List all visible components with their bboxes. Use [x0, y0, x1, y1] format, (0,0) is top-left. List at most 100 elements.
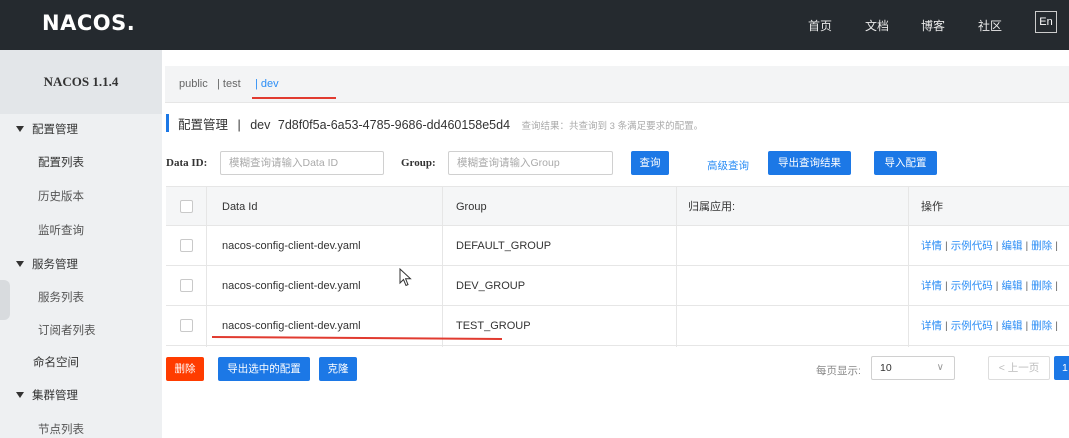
nav-blog[interactable]: 博客: [921, 17, 945, 34]
nav-home[interactable]: 首页: [808, 17, 832, 34]
action-separator: |: [995, 280, 999, 292]
cell-group: DEFAULT_GROUP: [456, 240, 552, 252]
sidebar-item-service-list[interactable]: 服务列表: [38, 289, 84, 305]
sidebar-group-config-management[interactable]: 配置管理: [16, 121, 78, 137]
action-separator: |: [1055, 320, 1058, 332]
action-separator: |: [945, 320, 948, 332]
sidebar-group-cluster-management[interactable]: 集群管理: [16, 387, 78, 403]
page-title-text: 配置管理: [178, 118, 229, 132]
chevron-down-icon: ∨: [936, 362, 944, 373]
page-size-value: 10: [880, 362, 892, 374]
action-sample-code[interactable]: 示例代码: [951, 280, 993, 292]
row-checkbox[interactable]: [180, 239, 193, 252]
page-size-label: 每页显示:: [816, 365, 861, 377]
action-separator: |: [995, 240, 999, 252]
page-title: 配置管理 | dev 7d8f0f5a-6a53-4785-9686-dd460…: [166, 114, 703, 132]
action-details[interactable]: 详情: [921, 320, 942, 332]
export-selected-button[interactable]: 导出选中的配置: [218, 357, 310, 381]
sidebar-group-service-management[interactable]: 服务管理: [16, 256, 78, 272]
action-separator: |: [995, 320, 999, 332]
row-actions: 详情 | 示例代码 | 编辑 | 删除 |: [921, 266, 1061, 306]
namespace-public[interactable]: public: [179, 78, 208, 90]
row-actions: 详情 | 示例代码 | 编辑 | 删除 |: [921, 306, 1061, 346]
column-divider: [676, 186, 677, 347]
current-page-button[interactable]: 1: [1054, 356, 1069, 380]
namespace-dev[interactable]: | dev: [255, 78, 279, 90]
sidebar-item-config-list[interactable]: 配置列表: [38, 154, 84, 170]
sidebar-item-namespace[interactable]: 命名空间: [33, 354, 79, 370]
action-separator: |: [1055, 240, 1058, 252]
action-details[interactable]: 详情: [921, 240, 942, 252]
top-navbar: NACOS. 首页 文档 博客 社区 En: [0, 0, 1069, 50]
expand-triangle-icon: [16, 126, 24, 132]
prev-page-button[interactable]: < 上一页: [988, 356, 1050, 380]
table-row: nacos-config-client-dev.yaml DEFAULT_GRO…: [166, 226, 1069, 266]
page-size-select[interactable]: 10 ∨: [871, 356, 955, 380]
data-id-label: Data ID:: [166, 157, 208, 169]
action-separator: |: [945, 240, 948, 252]
sidebar-title: NACOS 1.1.4: [0, 50, 162, 114]
action-separator: |: [1025, 280, 1029, 292]
table-row: nacos-config-client-dev.yaml TEST_GROUP …: [166, 306, 1069, 346]
sidebar-item-history[interactable]: 历史版本: [38, 188, 84, 204]
action-edit[interactable]: 编辑: [1001, 320, 1022, 332]
column-divider: [206, 186, 207, 347]
nacos-logo[interactable]: NACOS.: [42, 11, 135, 35]
query-button[interactable]: 查询: [631, 151, 669, 175]
table-header: Data Id Group 归属应用: 操作: [166, 186, 1069, 226]
column-header-data-id[interactable]: Data Id: [222, 187, 257, 227]
column-header-actions: 操作: [921, 201, 943, 213]
action-delete[interactable]: 删除: [1031, 320, 1052, 332]
action-sample-code[interactable]: 示例代码: [951, 240, 993, 252]
cell-data-id: nacos-config-client-dev.yaml: [222, 280, 361, 292]
batch-delete-button[interactable]: 删除: [166, 357, 204, 381]
sidebar-group-label: 集群管理: [32, 390, 78, 402]
advanced-query-link[interactable]: 高级查询: [707, 158, 749, 173]
expand-triangle-icon: [16, 261, 24, 267]
column-divider: [442, 186, 443, 347]
cell-group: TEST_GROUP: [456, 320, 531, 332]
cell-group: DEV_GROUP: [456, 280, 526, 292]
query-result-text: 查询结果：共查询到 3 条满足要求的配置。: [521, 121, 704, 132]
cell-data-id: nacos-config-client-dev.yaml: [222, 320, 361, 332]
export-query-results-button[interactable]: 导出查询结果: [768, 151, 851, 175]
sidebar-item-listener-query[interactable]: 监听查询: [38, 222, 84, 238]
row-checkbox[interactable]: [180, 319, 193, 332]
group-input[interactable]: [448, 151, 613, 175]
action-details[interactable]: 详情: [921, 280, 942, 292]
sidebar-item-subscriber-list[interactable]: 订阅者列表: [38, 322, 96, 338]
nav-community[interactable]: 社区: [978, 17, 1002, 34]
sidebar-collapse-handle[interactable]: [0, 280, 10, 320]
row-checkbox[interactable]: [180, 279, 193, 292]
action-separator: |: [945, 280, 948, 292]
action-sample-code[interactable]: 示例代码: [951, 320, 993, 332]
action-delete[interactable]: 删除: [1031, 240, 1052, 252]
column-header-app[interactable]: 归属应用:: [688, 187, 735, 227]
action-edit[interactable]: 编辑: [1001, 240, 1022, 252]
group-label: Group:: [401, 157, 436, 169]
title-separator: |: [237, 118, 241, 132]
sidebar-item-node-list[interactable]: 节点列表: [38, 421, 84, 437]
action-separator: |: [1025, 320, 1029, 332]
table-row: nacos-config-client-dev.yaml DEV_GROUP 详…: [166, 266, 1069, 306]
cell-data-id: nacos-config-client-dev.yaml: [222, 240, 361, 252]
clone-button[interactable]: 克隆: [319, 357, 357, 381]
language-toggle[interactable]: En: [1035, 11, 1057, 33]
sidebar-group-label: 服务管理: [32, 259, 78, 271]
namespace-test[interactable]: | test: [217, 78, 241, 90]
data-id-input[interactable]: [220, 151, 384, 175]
expand-triangle-icon: [16, 392, 24, 398]
action-separator: |: [1025, 240, 1029, 252]
import-config-button[interactable]: 导入配置: [874, 151, 937, 175]
column-divider: [908, 186, 909, 347]
select-all-checkbox[interactable]: [180, 200, 193, 213]
row-actions: 详情 | 示例代码 | 编辑 | 删除 |: [921, 226, 1061, 266]
action-edit[interactable]: 编辑: [1001, 280, 1022, 292]
action-delete[interactable]: 删除: [1031, 280, 1052, 292]
namespace-id: 7d8f0f5a-6a53-4785-9686-dd460158e5d4: [277, 118, 511, 132]
annotation-underline: [252, 97, 336, 99]
action-separator: |: [1055, 280, 1058, 292]
column-header-group[interactable]: Group: [456, 187, 487, 227]
namespace-name: dev: [250, 118, 271, 132]
nav-docs[interactable]: 文档: [865, 17, 889, 34]
